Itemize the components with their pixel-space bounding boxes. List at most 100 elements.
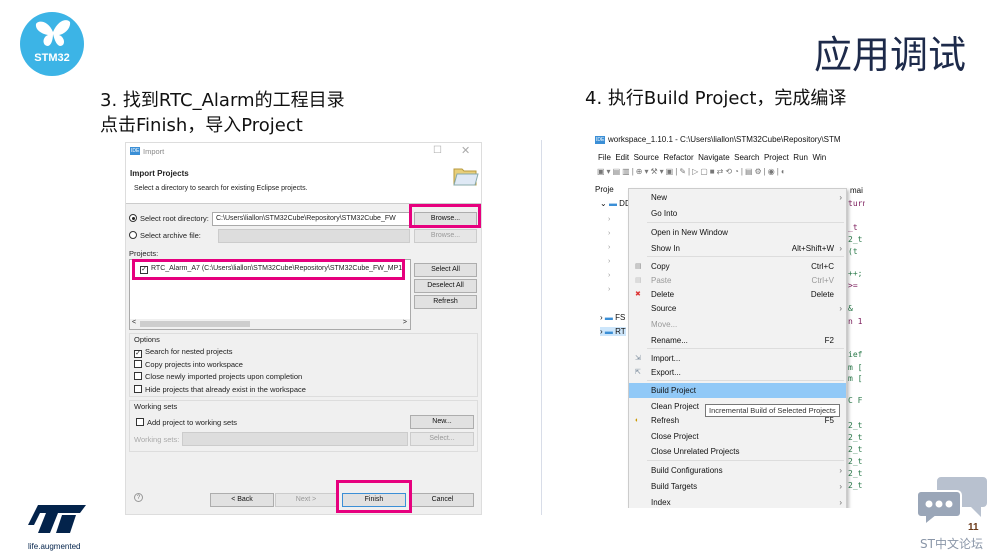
step3-line1: 3. 找到RTC_Alarm的工程目录 [100,90,345,111]
tree-item-rt[interactable]: › ▬ RT [600,327,626,336]
menu-item-rename[interactable]: Rename... F2 [629,333,846,348]
menu-item-show-in[interactable]: Show In Alt+Shift+W › [629,241,846,256]
editor-tab[interactable]: mai [850,186,863,195]
shortcut: Ctrl+C [811,262,834,271]
menu-item-label: Import... [651,354,681,363]
menu-item-label: Move... [651,320,678,329]
menu-item-delete[interactable]: ✖ Delete Delete [629,287,846,302]
menu-item-export[interactable]: ⇱ Export... [629,365,846,380]
menu-item-new[interactable]: New › [629,190,846,205]
menu-item-label: Open in New Window [651,228,728,237]
menu-item-label: Source [651,304,677,313]
projects-label: Projects: [129,249,159,258]
option-close[interactable]: Close newly imported projects upon compl… [134,372,302,381]
archive-radio[interactable]: Select archive file: [129,231,201,240]
menu-run[interactable]: Run [793,153,808,162]
option-hide[interactable]: Hide projects that already exist in the … [134,385,306,394]
menu-project[interactable]: Project [764,153,789,162]
delete-icon: ✖ [635,291,641,298]
menu-item-copy[interactable]: ▤ Copy Ctrl+C [629,259,846,274]
next-button: Next > [275,493,337,507]
option-nested[interactable]: ✓ Search for nested projects [134,347,233,358]
step4-heading: 4. 执行Build Project，完成编译 [585,88,847,109]
refresh-icon: ◐ [635,417,640,424]
menu-separator [647,380,844,381]
ide-window: IDE workspace_1.10.1 - C:\Users\liallon\… [594,132,865,508]
menu-item-import[interactable]: ⇲ Import... [629,351,846,366]
option-label: Search for nested projects [145,347,233,356]
archive-label: Select archive file: [140,231,201,240]
menu-navigate[interactable]: Navigate [698,153,730,162]
menu-window[interactable]: Win [812,153,826,162]
shortcut: Ctrl+V [811,276,834,285]
code-fragment: 2_t [848,421,863,430]
deselect-all-button[interactable]: Deselect All [414,279,477,293]
menu-item-build-configurations[interactable]: Build Configurations › [629,463,846,478]
tree-label: RT [615,327,626,336]
menu-item-index[interactable]: Index › [629,495,846,508]
menu-item-close-unrelated-projects[interactable]: Close Unrelated Projects [629,444,846,459]
menu-bar: File Edit Source Refactor Navigate Searc… [598,153,826,162]
root-dir-radio[interactable]: Select root directory: [129,214,209,223]
menu-item-label: Show In [651,244,680,253]
menu-file[interactable]: File [598,153,611,162]
menu-refactor[interactable]: Refactor [663,153,693,162]
butterfly-icon [35,20,71,46]
code-fragment: & [848,304,853,313]
code-fragment: C F [848,396,863,405]
explorer-tab[interactable]: Proje [595,185,614,194]
chevron-right-icon: › [839,466,842,475]
root-dir-combo[interactable]: C:\Users\liallon\STM32Cube\Repository\ST… [212,212,410,226]
slide-title: 应用调试 [813,33,966,77]
working-sets-group: Working sets Add project to working sets… [129,400,478,452]
menu-source[interactable]: Source [634,153,659,162]
project-explorer: Proje ⌄ ▬ DD › › › › › › › ▬ FS › ▬ RT [594,182,631,508]
shortcut: F2 [824,336,834,345]
add-working-set-checkbox[interactable]: Add project to working sets [136,418,237,427]
chevron-right-icon: › [839,193,842,202]
forum-label: ST中文论坛 [920,537,983,551]
new-ws-button[interactable]: New... [410,415,474,429]
menu-item-paste: ▤ Paste Ctrl+V [629,273,846,288]
tree-item-fs[interactable]: › ▬ FS [600,313,625,322]
chevron-right-icon: › [839,482,842,491]
menu-search[interactable]: Search [734,153,759,162]
archive-combo [218,229,410,243]
option-label: Hide projects that already exist in the … [145,385,306,394]
tree-label: FS [615,313,626,322]
chevron-right-icon: › [839,244,842,253]
select-ws-button: Select... [410,432,474,446]
menu-separator [647,460,844,461]
toolbar[interactable]: ▣▾▤▥|⊕▾⚒▾▣|✎|▷▢■⇄⟲◔|▤⚙|◉|◐ [597,167,788,176]
code-fragment: 2_t [848,469,863,478]
step3-line2: 点击Finish，导入Project [100,115,303,136]
folder-icon [453,168,479,186]
cancel-button[interactable]: Cancel [411,493,474,507]
horizontal-scrollbar[interactable]: < > [130,319,410,329]
menu-item-build-project[interactable]: Build Project [629,383,846,398]
menu-item-source[interactable]: Source › [629,301,846,316]
code-fragment: >= [848,281,858,290]
st-logo: life.augmented [28,503,88,551]
options-label: Options [134,335,160,344]
code-fragment: n 1 [848,317,863,326]
refresh-button[interactable]: Refresh [414,295,477,309]
menu-edit[interactable]: Edit [615,153,629,162]
menu-separator [647,222,844,223]
menu-item-go-into[interactable]: Go Into [629,206,846,221]
tree-item-dd[interactable]: ⌄ ▬ DD [600,199,631,208]
help-icon[interactable]: ? [134,493,143,502]
option-copy[interactable]: Copy projects into workspace [134,360,243,369]
menu-item-open-in-new-window[interactable]: Open in New Window [629,225,846,240]
close-icon[interactable]: ✕ [461,144,470,157]
select-all-button[interactable]: Select All [414,263,477,277]
options-group: Options ✓ Search for nested projects Copy… [129,333,478,397]
menu-item-build-targets[interactable]: Build Targets › [629,479,846,494]
back-button[interactable]: < Back [210,493,274,507]
menu-item-label: Delete [651,290,675,299]
menu-item-close-project[interactable]: Close Project [629,429,846,444]
menu-item-label: Close Unrelated Projects [651,447,740,456]
menu-item-label: Export... [651,368,681,377]
menu-item-label: Build Configurations [651,466,723,475]
maximize-icon[interactable]: ☐ [433,145,442,156]
